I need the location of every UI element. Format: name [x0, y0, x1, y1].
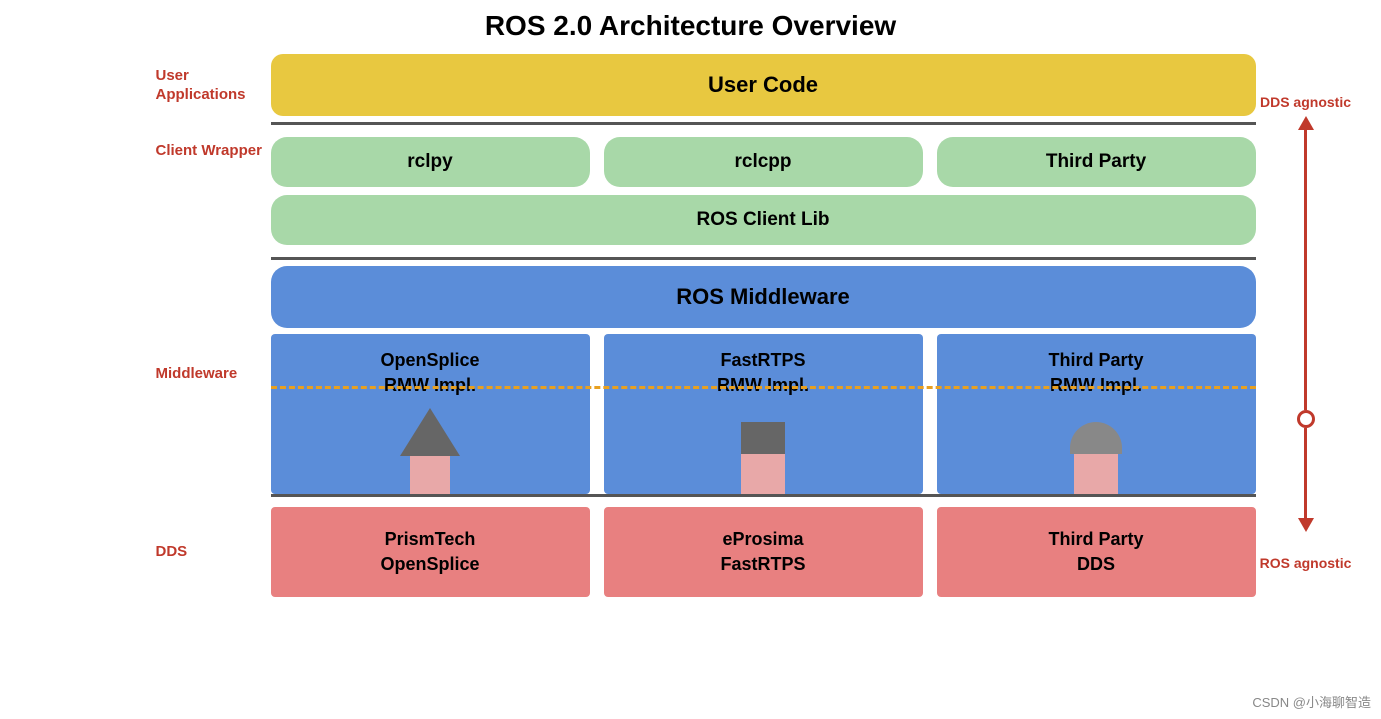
ros-middleware-layer: ROS Middleware — [156, 266, 1256, 328]
page-title: ROS 2.0 Architecture Overview — [20, 10, 1361, 42]
thirdparty-dds-label: Third PartyDDS — [1048, 529, 1143, 574]
rclcpp-box: rclcpp — [604, 137, 923, 187]
ros-agnostic-section: ROS agnostic — [1246, 555, 1366, 571]
arrow-circle — [1297, 410, 1315, 428]
opensplice-box: OpenSpliceRMW Impl. — [271, 334, 590, 494]
dds-layer: DDS PrismTechOpenSplice eProsimaFastRTPS… — [156, 503, 1256, 601]
divider-1 — [271, 122, 1256, 125]
dashed-line — [271, 386, 1256, 389]
fastrtps-title: FastRTPSRMW Impl. — [616, 348, 911, 398]
user-code-block: User Code — [271, 54, 1256, 116]
client-top-boxes: rclpy rclcpp Third Party — [271, 137, 1256, 187]
eprosima-box: eProsimaFastRTPS — [604, 507, 923, 597]
divider-3 — [271, 494, 1256, 497]
thirdparty-dds-box: Third PartyDDS — [937, 507, 1256, 597]
watermark: CSDN @小海聊智造 — [1252, 692, 1371, 711]
arrow-line-bottom — [1304, 428, 1307, 518]
user-applications-layer: User Applications User Code — [156, 54, 1256, 116]
client-wrapper-layer: Client Wrapper rclpy rclcpp Third Party … — [156, 131, 1256, 251]
page-container: ROS 2.0 Architecture Overview User Appli… — [0, 0, 1381, 719]
arrow-up-head — [1298, 116, 1314, 130]
thirdparty-rmw-title: Third PartyRMW Impl. — [949, 348, 1244, 398]
dds-agnostic-label: DDS agnostic — [1260, 94, 1351, 110]
impl-boxes-row: OpenSpliceRMW Impl. FastRTPSRMW Impl. — [271, 334, 1256, 494]
user-applications-label: User Applications — [156, 66, 271, 105]
thirdparty-rmw-box: Third PartyRMW Impl. — [937, 334, 1256, 494]
eprosima-label: eProsimaFastRTPS — [720, 529, 805, 574]
arrow-down-head — [1298, 518, 1314, 532]
fastrtps-pink-connector — [741, 454, 785, 494]
middleware-label: Middleware — [156, 334, 271, 384]
opensplice-arrow-dark — [400, 408, 460, 456]
dds-label: DDS — [156, 542, 271, 562]
thirdparty-pink-connector — [1074, 454, 1118, 494]
prismtech-box: PrismTechOpenSplice — [271, 507, 590, 597]
opensplice-title: OpenSpliceRMW Impl. — [283, 348, 578, 398]
thirdparty-gray-halfcircle — [1070, 422, 1122, 454]
diagram-wrapper: User Applications User Code Client Wrapp… — [26, 54, 1356, 601]
fastrtps-gray-connector — [741, 422, 785, 454]
divider-2 — [271, 257, 1256, 260]
fastrtps-box: FastRTPSRMW Impl. — [604, 334, 923, 494]
client-wrapper-label: Client Wrapper — [156, 131, 271, 251]
right-labels-container: DDS agnostic ROS agnostic — [1236, 54, 1366, 601]
rclpy-box: rclpy — [271, 137, 590, 187]
dds-agnostic-arrow — [1297, 116, 1315, 532]
third-party-box: Third Party — [937, 137, 1256, 187]
ros-middleware-block: ROS Middleware — [271, 266, 1256, 328]
ros-client-lib-box: ROS Client Lib — [271, 195, 1256, 245]
middleware-impl-section: Middleware OpenSpliceRMW Impl. — [156, 334, 1256, 494]
dds-boxes-row: PrismTechOpenSplice eProsimaFastRTPS Thi… — [271, 503, 1256, 601]
opensplice-connector-pink — [410, 456, 450, 494]
ros-agnostic-label: ROS agnostic — [1246, 555, 1366, 571]
prismtech-label: PrismTechOpenSplice — [380, 529, 479, 574]
arrow-line-top — [1304, 130, 1307, 410]
dds-agnostic-section: DDS agnostic — [1246, 94, 1366, 532]
